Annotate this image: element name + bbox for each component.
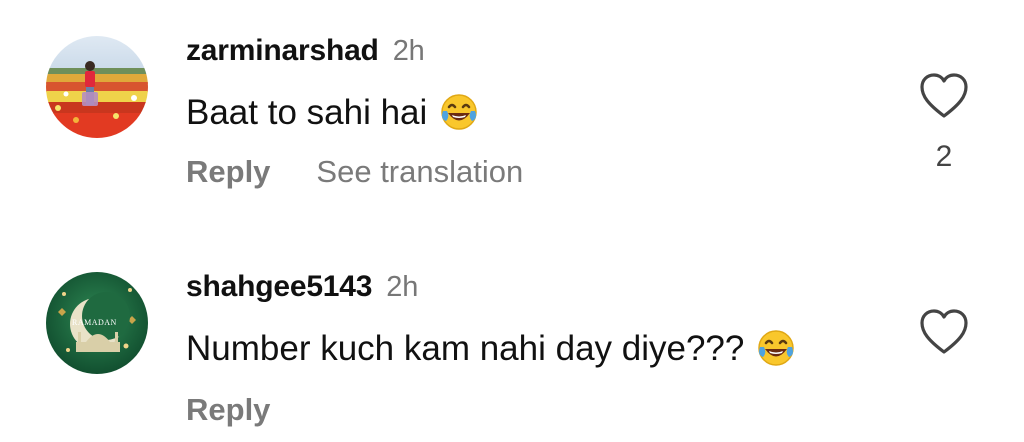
username-text[interactable]: shahgee5143 <box>186 270 372 303</box>
comment-item: RAMADAN shahgee5143 2h Number kuch kam na… <box>0 262 1024 442</box>
reply-button[interactable]: Reply <box>186 392 270 428</box>
comment-timestamp: 2h <box>386 271 419 303</box>
avatar-caption: RAMADAN <box>72 318 117 327</box>
see-translation-button[interactable]: See translation <box>316 154 523 190</box>
avatar[interactable]: RAMADAN <box>46 272 148 374</box>
comment-actions: Reply <box>186 392 270 428</box>
like-count: 2 <box>935 140 953 173</box>
comment-body: Baat to sahi hai <box>186 93 428 132</box>
comment-timestamp: 2h <box>392 35 425 67</box>
tears-of-joy-emoji-icon <box>756 328 796 377</box>
heart-icon <box>920 73 968 118</box>
avatar[interactable] <box>46 36 148 138</box>
comment-actions: Reply See translation <box>186 154 523 190</box>
comment-item: zarminarshad 2h Baat to sahi hai Reply See… <box>0 26 1024 216</box>
tears-of-joy-emoji-icon <box>439 92 479 141</box>
comment-username[interactable]: zarminarshad 2h <box>186 34 425 68</box>
like-button[interactable] <box>918 308 970 356</box>
reply-button[interactable]: Reply <box>186 154 270 190</box>
comment-text: Baat to sahi hai <box>186 92 479 141</box>
comment-username[interactable]: shahgee5143 2h <box>186 270 418 304</box>
username-text[interactable]: zarminarshad <box>186 34 379 67</box>
heart-icon <box>920 309 968 354</box>
comment-body: Number kuch kam nahi day diye??? <box>186 329 745 368</box>
like-button[interactable] <box>918 72 970 120</box>
avatar-flower-field-photo <box>46 36 148 138</box>
comment-text: Number kuch kam nahi day diye??? <box>186 328 796 377</box>
